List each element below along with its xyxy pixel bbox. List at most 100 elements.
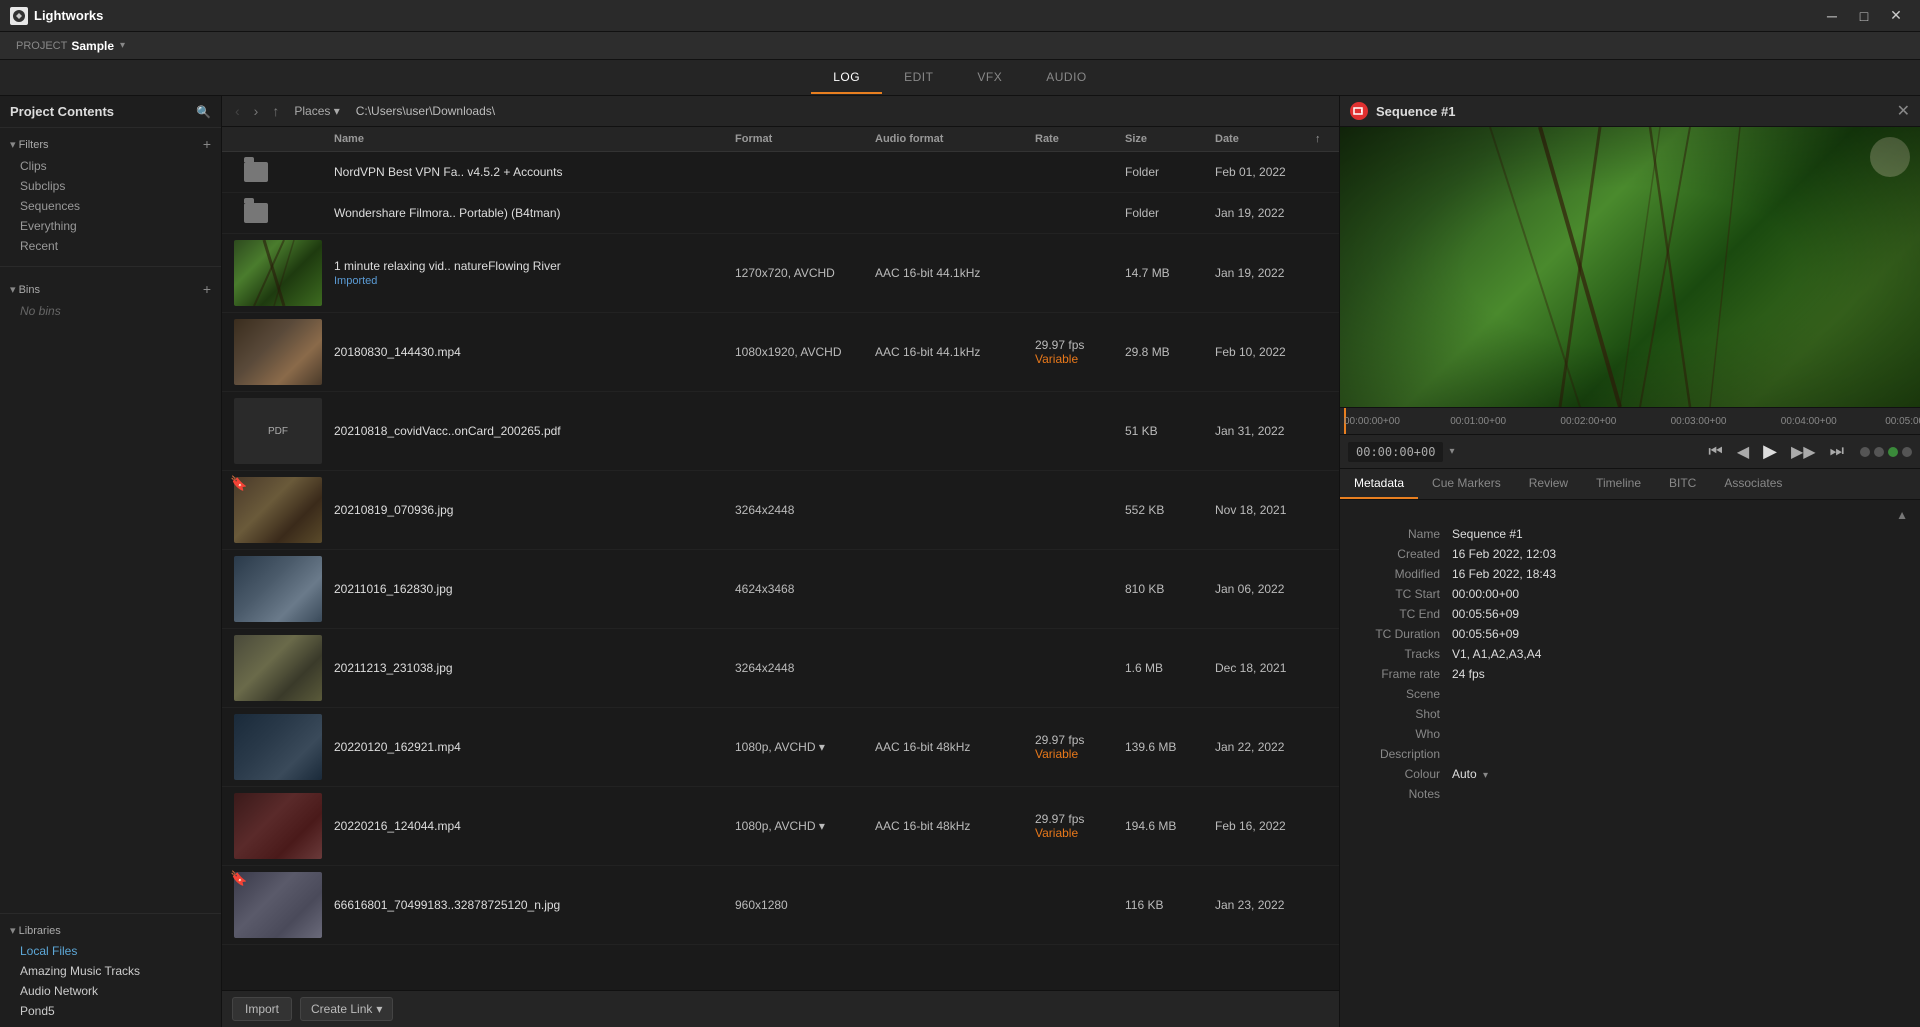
preview-panel: Sequence #1 ✕: [1340, 96, 1920, 1027]
filters-add-btn[interactable]: +: [203, 136, 211, 152]
nav-item-recent[interactable]: Recent: [0, 236, 221, 256]
file-row[interactable]: 🔖 20210819_070936.jpg 3264x2448 552 KB N…: [222, 471, 1339, 550]
file-format: 1080x1920, AVCHD: [731, 343, 871, 361]
file-rate: 29.97 fpsVariable: [1031, 336, 1121, 368]
thumb-cell: 🔖: [230, 868, 330, 942]
nav-item-everything[interactable]: Everything: [0, 216, 221, 236]
nav-back-button[interactable]: ‹: [230, 101, 245, 121]
file-row[interactable]: 1 minute relaxing vid.. natureFlowing Ri…: [222, 234, 1339, 313]
library-amazing-music-tracks[interactable]: Amazing Music Tracks: [0, 961, 221, 981]
meta-value-tc-duration: 00:05:56+09: [1452, 627, 1908, 641]
file-row[interactable]: NordVPN Best VPN Fa.. v4.5.2 + Accounts …: [222, 152, 1339, 193]
tab-timeline[interactable]: Timeline: [1582, 469, 1655, 499]
file-extra: [1311, 903, 1331, 907]
file-name: NordVPN Best VPN Fa.. v4.5.2 + Accounts: [330, 163, 731, 181]
file-row[interactable]: 20220216_124044.mp4 1080p, AVCHD ▾ AAC 1…: [222, 787, 1339, 866]
app-name: Lightworks: [34, 8, 103, 23]
file-extra: [1311, 271, 1331, 275]
tab-cue-markers[interactable]: Cue Markers: [1418, 469, 1515, 499]
maximize-button[interactable]: □: [1850, 6, 1878, 26]
go-to-end-button[interactable]: ⏭: [1826, 441, 1848, 463]
metadata-content: ▲ Name Sequence #1 Created 16 Feb 2022, …: [1340, 500, 1920, 1027]
meta-label-tc-end: TC End: [1352, 607, 1452, 621]
create-link-button[interactable]: Create Link ▾: [300, 997, 393, 1021]
tab-associates[interactable]: Associates: [1710, 469, 1796, 499]
file-thumbnail: PDF: [234, 398, 322, 464]
timecode-display: 00:00:00+00: [1348, 442, 1443, 462]
file-date: Jan 06, 2022: [1211, 580, 1311, 598]
close-button[interactable]: ✕: [1882, 6, 1910, 26]
meta-value-colour[interactable]: Auto ▾: [1452, 767, 1908, 781]
library-local-files[interactable]: Local Files: [0, 941, 221, 961]
meta-row-created: Created 16 Feb 2022, 12:03: [1340, 544, 1920, 564]
libraries-header[interactable]: Libraries: [0, 920, 221, 941]
step-forward-button[interactable]: ▶▶: [1787, 440, 1820, 464]
places-button[interactable]: Places ▾: [288, 102, 345, 120]
library-audio-network[interactable]: Audio Network: [0, 981, 221, 1001]
file-row[interactable]: 20180830_144430.mp4 1080x1920, AVCHD AAC…: [222, 313, 1339, 392]
tab-log[interactable]: LOG: [811, 62, 882, 94]
project-name[interactable]: Sample: [71, 39, 114, 53]
file-thumbnail: [234, 635, 322, 701]
file-row[interactable]: 🔖 66616801_70499183..32878725120_n.jpg 9…: [222, 866, 1339, 945]
play-button[interactable]: ▶: [1759, 439, 1781, 464]
tab-vfx[interactable]: VFX: [955, 62, 1024, 94]
project-contents-header: Project Contents 🔍: [0, 96, 221, 128]
file-size: Folder: [1121, 163, 1211, 181]
bins-title: Bins: [10, 283, 40, 296]
file-row[interactable]: PDF 20210818_covidVacc..onCard_200265.pd…: [222, 392, 1339, 471]
meta-value-tracks: V1, A1,A2,A3,A4: [1452, 647, 1908, 661]
col-date[interactable]: Date: [1211, 131, 1311, 147]
collapse-button[interactable]: ▲: [1896, 508, 1908, 522]
file-row[interactable]: 20211213_231038.jpg 3264x2448 1.6 MB Dec…: [222, 629, 1339, 708]
step-back-button[interactable]: ◀: [1733, 440, 1753, 464]
tab-edit[interactable]: EDIT: [882, 62, 955, 94]
tab-audio[interactable]: AUDIO: [1024, 62, 1109, 94]
file-row[interactable]: Wondershare Filmora.. Portable) (B4tman)…: [222, 193, 1339, 234]
bookmark-icon: 🔖: [230, 475, 247, 492]
col-rate[interactable]: Rate: [1031, 131, 1121, 147]
col-name[interactable]: Name: [330, 131, 731, 147]
go-to-start-button[interactable]: ⏮: [1704, 441, 1726, 463]
library-pond5[interactable]: Pond5: [0, 1001, 221, 1021]
meta-value-frame-rate: 24 fps: [1452, 667, 1908, 681]
filters-header[interactable]: Filters +: [0, 132, 221, 156]
tab-review[interactable]: Review: [1515, 469, 1582, 499]
file-extra: [1311, 824, 1331, 828]
ruler-marker-3: 00:03:00+00: [1671, 416, 1727, 427]
col-format[interactable]: Format: [731, 131, 871, 147]
file-thumbnail: [234, 714, 322, 780]
pdf-icon: PDF: [268, 426, 288, 437]
nav-item-subclips[interactable]: Subclips: [0, 176, 221, 196]
tab-bitc[interactable]: BITC: [1655, 469, 1710, 499]
file-name: 20220120_162921.mp4: [330, 738, 731, 756]
bins-add-btn[interactable]: +: [203, 281, 211, 297]
col-size[interactable]: Size: [1121, 131, 1211, 147]
file-row[interactable]: 20220120_162921.mp4 1080p, AVCHD ▾ AAC 1…: [222, 708, 1339, 787]
preview-close-button[interactable]: ✕: [1897, 101, 1910, 121]
meta-value-tc-start: 00:00:00+00: [1452, 587, 1908, 601]
bins-section: Bins + No bins: [0, 273, 221, 325]
file-audio: [871, 903, 1031, 907]
file-row[interactable]: 20211016_162830.jpg 4624x3468 810 KB Jan…: [222, 550, 1339, 629]
search-icon[interactable]: 🔍: [196, 105, 211, 119]
bins-header[interactable]: Bins +: [0, 277, 221, 301]
minimize-button[interactable]: ─: [1818, 6, 1846, 26]
file-thumbnail: [234, 319, 322, 385]
nav-item-sequences[interactable]: Sequences: [0, 196, 221, 216]
file-size: 1.6 MB: [1121, 659, 1211, 677]
timecode-arrow[interactable]: ▾: [1449, 446, 1454, 457]
meta-label-tc-duration: TC Duration: [1352, 627, 1452, 641]
nav-forward-button[interactable]: ›: [249, 101, 264, 121]
meta-row-scene: Scene: [1340, 684, 1920, 704]
tab-metadata[interactable]: Metadata: [1340, 469, 1418, 499]
nav-up-button[interactable]: ↑: [267, 101, 284, 121]
nav-item-clips[interactable]: Clips: [0, 156, 221, 176]
browser-toolbar: ‹ › ↑ Places ▾ C:\Users\user\Downloads\: [222, 96, 1339, 127]
sequence-icon: [1350, 102, 1368, 120]
colour-chevron[interactable]: ▾: [1483, 770, 1488, 781]
project-chevron[interactable]: ▾: [120, 40, 125, 51]
import-button[interactable]: Import: [232, 997, 292, 1021]
file-rate: 29.97 fpsVariable: [1031, 731, 1121, 763]
col-audio-format[interactable]: Audio format: [871, 131, 1031, 147]
